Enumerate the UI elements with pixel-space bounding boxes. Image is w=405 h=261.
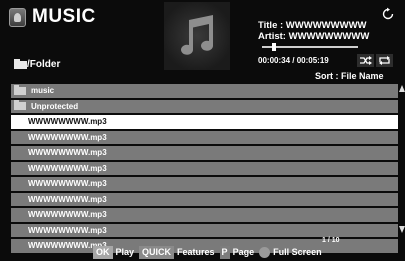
quick-key: QUICK — [139, 245, 175, 259]
circle-key-icon — [259, 246, 271, 258]
album-art — [164, 2, 230, 70]
file-name: WWWWWWWW.mp3 — [28, 148, 107, 158]
file-row[interactable]: WWWWWWWW.mp3 — [11, 208, 398, 222]
progress-knob[interactable] — [272, 43, 277, 51]
repeat-icon — [379, 56, 390, 65]
folder-icon — [14, 58, 27, 69]
refresh-icon[interactable] — [381, 7, 395, 21]
file-name: WWWWWWWW.mp3 — [28, 225, 107, 235]
file-row[interactable]: WWWWWWWW.mp3 — [11, 115, 398, 129]
music-note-icon — [181, 15, 213, 55]
shuffle-icon — [360, 56, 372, 65]
file-row[interactable]: WWWWWWWW.mp3 — [11, 130, 398, 144]
ok-key: OK — [93, 245, 113, 259]
page-title: MUSIC — [32, 6, 96, 27]
ok-hint-label: Play — [115, 247, 135, 257]
fullscreen-hint-label: Full Screen — [273, 247, 322, 257]
music-app-icon — [9, 8, 26, 27]
p-key: P — [219, 245, 230, 259]
file-row[interactable]: WWWWWWWW.mp3 — [11, 177, 398, 191]
folder-name: music — [31, 86, 55, 96]
folder-row[interactable]: Unprotected — [11, 99, 398, 113]
time-separator: / — [290, 56, 297, 65]
file-name: WWWWWWWW.mp3 — [28, 210, 107, 220]
file-name: WWWWWWWW.mp3 — [28, 117, 107, 127]
file-name: WWWWWWWW.mp3 — [28, 194, 107, 204]
footer-hints: OK Play QUICK Features P Page Full Scree… — [93, 245, 322, 259]
time-total: 00:05:19 — [296, 56, 329, 65]
playback-time: 00:00:34 / 00:05:19 — [258, 56, 329, 65]
progress-bar[interactable] — [262, 46, 358, 48]
file-name: WWWWWWWW.mp3 — [28, 179, 107, 189]
folder-icon — [14, 84, 26, 95]
scroll-down-arrow-icon[interactable] — [399, 226, 405, 233]
scroll-up-arrow-icon[interactable] — [399, 85, 405, 92]
file-name: WWWWWWWW.mp3 — [28, 163, 107, 173]
breadcrumb: /Folder — [14, 58, 61, 70]
file-row[interactable]: WWWWWWWW.mp3 — [11, 146, 398, 160]
file-row[interactable]: WWWWWWWW.mp3 — [11, 192, 398, 206]
track-artist: Artist: WWWWWWWWW — [258, 31, 370, 42]
shuffle-button[interactable] — [357, 54, 374, 67]
page-indicator: 1 / 10 — [322, 237, 340, 244]
file-row[interactable]: WWWWWWWW.mp3 — [11, 223, 398, 237]
quick-hint-label: Features — [177, 247, 215, 257]
sort-label[interactable]: Sort : File Name — [315, 71, 384, 81]
track-title: Title : WWWWWWWWW — [258, 20, 367, 31]
folder-name: Unprotected — [31, 101, 79, 111]
folder-path: /Folder — [27, 59, 61, 70]
page-hint-label: Page — [232, 247, 255, 257]
file-name: WWWWWWWW.mp3 — [28, 132, 107, 142]
time-elapsed: 00:00:34 — [258, 56, 291, 65]
folder-row[interactable]: music — [11, 84, 398, 98]
file-row[interactable]: WWWWWWWW.mp3 — [11, 161, 398, 175]
file-list: music Unprotected WWWWWWWW.mp3 WWWWWWWW.mp3… — [11, 84, 398, 255]
folder-icon — [14, 100, 26, 111]
repeat-button[interactable] — [376, 54, 393, 67]
track-info: Title : WWWWWWWWW Artist: WWWWWWWWW — [258, 20, 369, 42]
